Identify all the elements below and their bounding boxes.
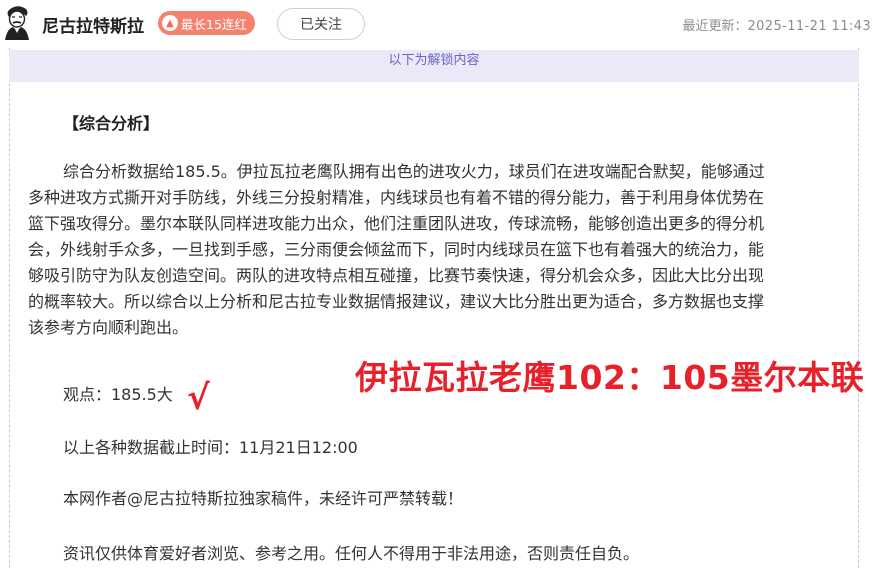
final-score-overlay: 伊拉瓦拉老鹰102：105墨尔本联 xyxy=(355,358,865,397)
article-page: 尼古拉特斯拉 ▲ 最长15连红 已关注 最近更新：2025-11-21 11:4… xyxy=(0,0,875,570)
analysis-line: 综合分析数据给185.5。伊拉瓦拉老鹰队拥有出色的进攻火力，球员们在进攻端配合默… xyxy=(63,162,765,181)
section-heading: 【综合分析】 xyxy=(63,114,160,133)
update-prefix: 最近更新： xyxy=(682,19,748,34)
analysis-line: 够吸引防守为队友创造空间。两队的进攻特点相互碰撞，比赛节奏快速，得分机会众多，因… xyxy=(28,266,765,285)
fire-icon: ▲ xyxy=(162,15,178,31)
avatar[interactable] xyxy=(2,4,32,40)
unlock-banner-text: 以下为解锁内容 xyxy=(388,53,480,68)
analysis-paragraph: 综合分析数据给185.5。伊拉瓦拉老鹰队拥有出色的进攻火力，球员们在进攻端配合默… xyxy=(28,159,846,341)
last-updated: 最近更新：2025-11-21 11:43 xyxy=(682,15,871,34)
update-time: 2025-11-21 11:43 xyxy=(747,19,871,34)
check-mark-icon: √ xyxy=(187,378,210,418)
streak-badge-label: 最长15连红 xyxy=(181,16,247,32)
data-cutoff-time: 以上各种数据截止时间：11月21日12:00 xyxy=(63,438,358,457)
analysis-line: 会，外线射手众多，一旦找到手感，三分雨便会倾盆而下，同时内线球员在篮下也有着强大… xyxy=(28,240,765,259)
follow-button[interactable]: 已关注 xyxy=(277,8,365,40)
viewpoint: 观点：185.5大 xyxy=(63,385,173,404)
analysis-line: 多种进攻方式撕开对手防线，外线三分投射精准，内线球员也有着不错的得分能力，善于利… xyxy=(28,188,765,207)
analysis-line: 该参考方向顺利跑出。 xyxy=(28,318,189,337)
streak-badge: ▲ 最长15连红 xyxy=(158,11,255,35)
author-header: 尼古拉特斯拉 ▲ 最长15连红 已关注 最近更新：2025-11-21 11:4… xyxy=(0,0,875,48)
unlock-banner: 以下为解锁内容 xyxy=(9,50,859,82)
author-name[interactable]: 尼古拉特斯拉 xyxy=(42,12,144,37)
analysis-line: 的概率较大。所以综合以上分析和尼古拉专业数据情报建议，建议大比分胜出更为适合，多… xyxy=(28,292,765,311)
disclaimer: 资讯仅供体育爱好者浏览、参考之用。任何人不得用于非法用途，否则责任自负。 xyxy=(63,544,640,563)
copyright-notice: 本网作者@尼古拉特斯拉独家稿件，未经许可严禁转载！ xyxy=(63,489,464,508)
analysis-line: 篮下强攻得分。墨尔本联队同样进攻能力出众，他们注重团队进攻，传球流畅，能够创造出… xyxy=(28,214,765,233)
tesla-avatar-icon xyxy=(5,6,29,40)
